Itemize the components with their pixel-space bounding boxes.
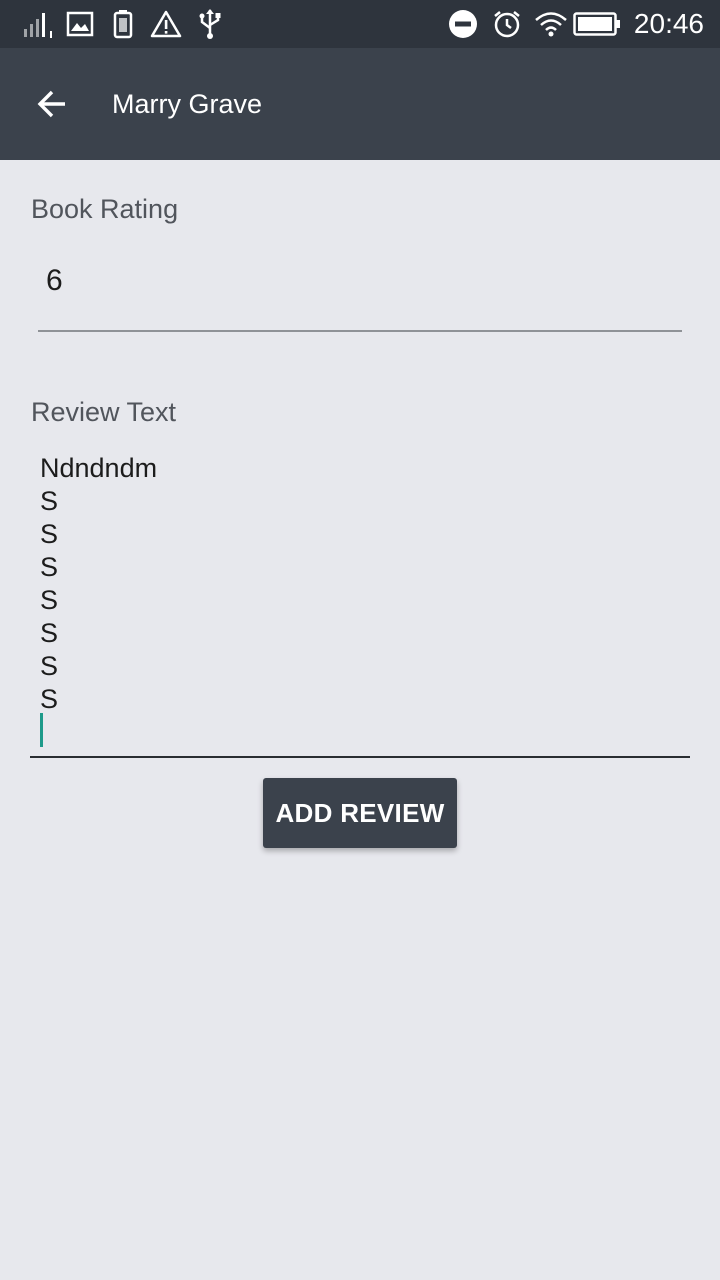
wifi-icon (534, 8, 568, 40)
add-review-button[interactable]: ADD REVIEW (263, 778, 457, 848)
arrow-back-icon (37, 89, 67, 119)
battery-saver-icon (112, 8, 134, 40)
image-notification-icon (66, 8, 94, 40)
usb-icon (196, 8, 224, 40)
status-bar: 20:46 (0, 0, 720, 48)
page-title: Marry Grave (112, 89, 263, 119)
battery-icon (573, 8, 621, 40)
review-text-input[interactable]: Ndndndm S S S S S S S (30, 446, 690, 758)
do-not-disturb-icon (448, 8, 478, 40)
review-text-label: Review Text (31, 397, 177, 427)
status-time: 20:46 (633, 8, 704, 39)
review-text-value: Ndndndm S S S S S S S (40, 453, 158, 714)
book-rating-value: 6 (46, 264, 63, 297)
app-bar: Marry Grave (0, 48, 720, 160)
book-rating-label: Book Rating (31, 194, 179, 224)
back-button[interactable] (28, 80, 76, 128)
book-rating-input[interactable]: 6 (38, 250, 682, 332)
signal-icon (22, 8, 56, 40)
alarm-icon (492, 8, 522, 40)
text-cursor (40, 713, 43, 747)
warning-icon (150, 8, 182, 40)
